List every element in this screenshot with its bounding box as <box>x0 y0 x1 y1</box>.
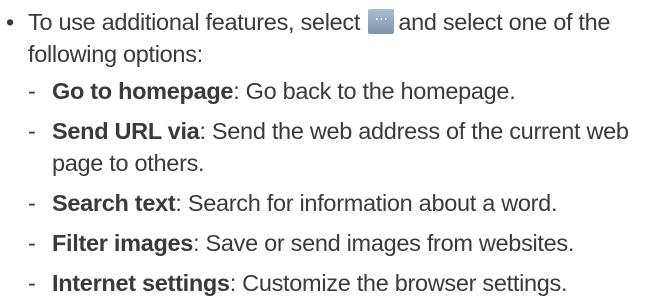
instruction-text-before: To use additional features, select <box>28 9 361 35</box>
option-term: Filter images <box>52 230 194 256</box>
dash-marker: - <box>28 78 36 104</box>
more-options-button: ··· <box>368 9 395 34</box>
dash-marker: - <box>28 118 36 144</box>
dash-marker: - <box>28 270 36 296</box>
option-term: Send URL via <box>52 118 200 144</box>
instruction-text: To use additional features, select ··· an… <box>28 6 667 70</box>
option-term: Go to homepage <box>52 78 234 104</box>
list-item: - Send URL via: Send the web address of t… <box>28 115 663 179</box>
dash-marker: - <box>28 190 36 216</box>
list-item: - Filter images: Save or send images from… <box>28 227 663 259</box>
more-dots-icon: ··· <box>374 12 388 28</box>
option-term: Search text <box>52 190 176 216</box>
option-description: : Save or send images from websites. <box>193 230 575 256</box>
option-description: : Go back to the homepage. <box>233 78 516 104</box>
option-description: : Customize the browser settings. <box>229 270 568 296</box>
list-item: - Go to homepage: Go back to the homepage… <box>28 75 663 107</box>
option-description: : Search for information about a word. <box>175 190 558 216</box>
options-list: - Go to homepage: Go back to the homepage… <box>28 75 663 307</box>
list-item: - Internet settings: Customize the browse… <box>28 267 663 299</box>
option-term: Internet settings <box>52 270 230 296</box>
list-item: - Search text: Search for information abo… <box>28 187 663 219</box>
dash-marker: - <box>28 230 36 256</box>
bullet-marker: • <box>6 9 14 35</box>
document-page: • To use additional features, select ···… <box>0 0 667 308</box>
